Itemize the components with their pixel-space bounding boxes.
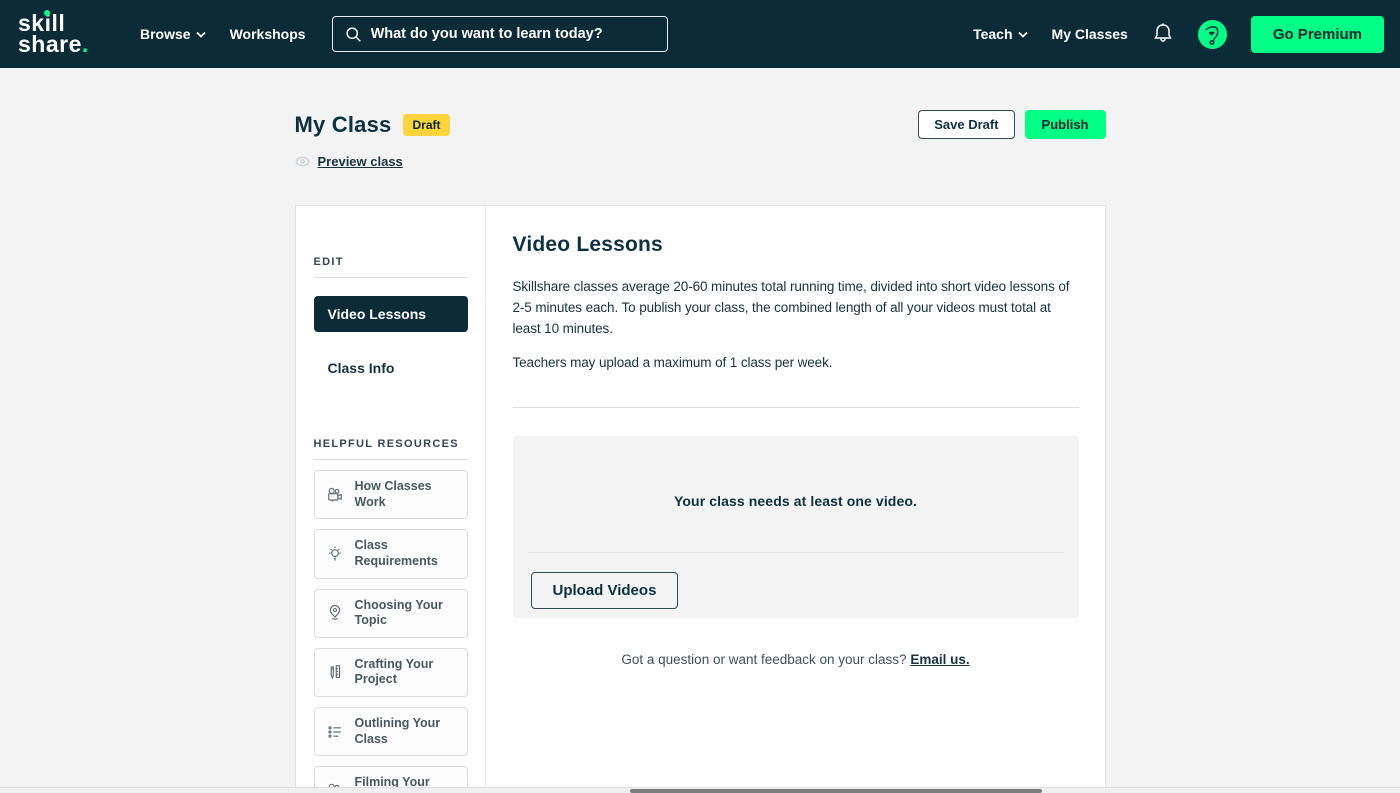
intro-paragraph: Skillshare classes average 20-60 minutes… (513, 277, 1079, 340)
nav-workshops[interactable]: Workshops (230, 26, 306, 42)
nav-right: Teach My Classes Go Premium (973, 16, 1384, 53)
search-icon (345, 26, 362, 43)
publish-button[interactable]: Publish (1025, 110, 1106, 139)
notifications-bell-icon[interactable] (1152, 22, 1174, 46)
horizontal-scrollbar-track[interactable] (0, 787, 1400, 793)
top-nav: skill share. Browse Workshops Teach My C… (0, 0, 1400, 68)
go-premium-button[interactable]: Go Premium (1251, 16, 1384, 53)
nav-left: Browse Workshops (140, 26, 306, 42)
video-camera-icon (325, 485, 345, 505)
save-draft-button[interactable]: Save Draft (918, 110, 1014, 139)
nav-teach-label: Teach (973, 26, 1012, 42)
divider (528, 552, 1064, 553)
logo-green-dot (44, 10, 50, 16)
nav-teach[interactable]: Teach (973, 26, 1027, 42)
status-badge: Draft (403, 114, 449, 136)
avatar-face-illustration (1198, 20, 1227, 49)
search-input[interactable] (371, 26, 655, 42)
title-row: My Class Draft (295, 112, 450, 138)
resources-section-heading: HELPFUL RESOURCES (314, 438, 468, 450)
content-title: Video Lessons (513, 233, 1079, 257)
sidebar-item-video-lessons[interactable]: Video Lessons (314, 296, 468, 332)
map-pin-icon (325, 603, 345, 623)
lightbulb-icon (325, 544, 345, 564)
class-editor-card: EDIT Video Lessons Class Info HELPFUL RE… (295, 205, 1106, 793)
edit-section-heading: EDIT (314, 256, 468, 268)
email-us-link[interactable]: Email us. (910, 652, 969, 667)
video-upload-panel: Your class needs at least one video. Upl… (513, 436, 1079, 618)
header-actions: Save Draft Publish (918, 110, 1105, 139)
profile-avatar[interactable] (1198, 20, 1227, 49)
feedback-text: Got a question or want feedback on your … (621, 652, 906, 667)
page-header: My Class Draft Save Draft Publish (295, 110, 1106, 139)
editor-content: Video Lessons Skillshare classes average… (486, 206, 1105, 793)
resource-label: Class Requirements (355, 538, 457, 569)
logo-line-2: share. (18, 34, 114, 55)
nav-browse[interactable]: Browse (140, 26, 206, 42)
skillshare-logo[interactable]: skill share. (18, 13, 114, 55)
logo-period: . (82, 31, 89, 57)
list-icon (325, 722, 345, 742)
editor-sidebar: EDIT Video Lessons Class Info HELPFUL RE… (296, 206, 486, 793)
upload-limit-paragraph: Teachers may upload a maximum of 1 class… (513, 353, 1079, 374)
resource-label: Outlining Your Class (355, 716, 457, 747)
resource-label: How Classes Work (355, 479, 457, 510)
preview-class-link[interactable]: Preview class (318, 154, 403, 169)
eye-icon (295, 156, 310, 167)
resource-outlining-your-class[interactable]: Outlining Your Class (314, 707, 468, 756)
divider (314, 277, 468, 278)
resource-crafting-your-project[interactable]: Crafting Your Project (314, 648, 468, 697)
nav-browse-label: Browse (140, 26, 191, 42)
page-title: My Class (295, 112, 392, 138)
search-bar[interactable] (332, 16, 668, 52)
upload-videos-button[interactable]: Upload Videos (531, 572, 679, 609)
page-container: My Class Draft Save Draft Publish Previe… (295, 110, 1106, 793)
divider (513, 407, 1079, 408)
divider (314, 459, 468, 460)
feedback-footer: Got a question or want feedback on your … (513, 652, 1079, 667)
horizontal-scrollbar-thumb[interactable] (630, 789, 1042, 793)
chevron-down-icon (1018, 31, 1028, 38)
chevron-down-icon (196, 31, 206, 38)
resource-how-classes-work[interactable]: How Classes Work (314, 470, 468, 519)
nav-my-classes[interactable]: My Classes (1052, 26, 1128, 42)
resource-class-requirements[interactable]: Class Requirements (314, 529, 468, 578)
resource-label: Choosing Your Topic (355, 598, 457, 629)
pencil-ruler-icon (325, 662, 345, 682)
preview-row: Preview class (295, 154, 1106, 169)
sidebar-item-class-info[interactable]: Class Info (314, 350, 468, 386)
resource-choosing-your-topic[interactable]: Choosing Your Topic (314, 589, 468, 638)
empty-state-message: Your class needs at least one video. (513, 436, 1079, 509)
resource-label: Crafting Your Project (355, 657, 457, 688)
